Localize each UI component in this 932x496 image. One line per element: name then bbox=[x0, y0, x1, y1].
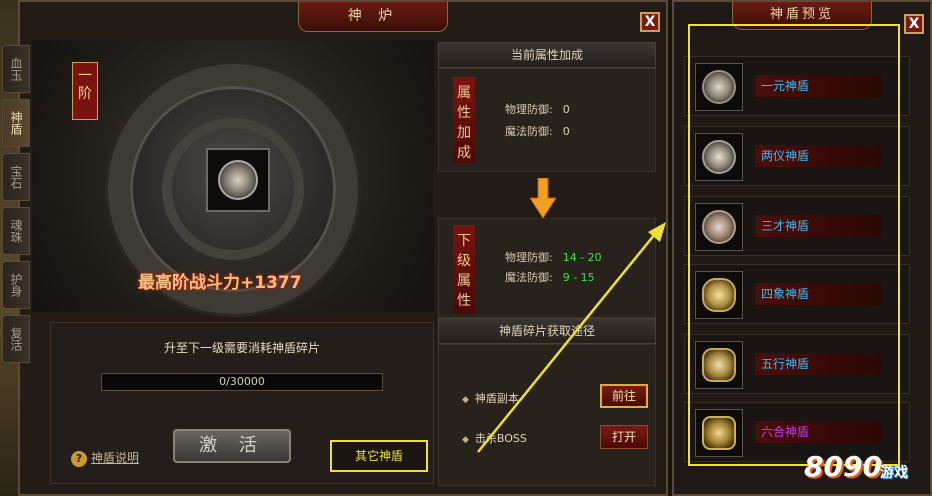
preview-close-button[interactable]: X bbox=[904, 14, 924, 34]
preview-highlight-box bbox=[688, 24, 900, 466]
site-watermark-logo: 8090 游戏 bbox=[804, 450, 908, 483]
